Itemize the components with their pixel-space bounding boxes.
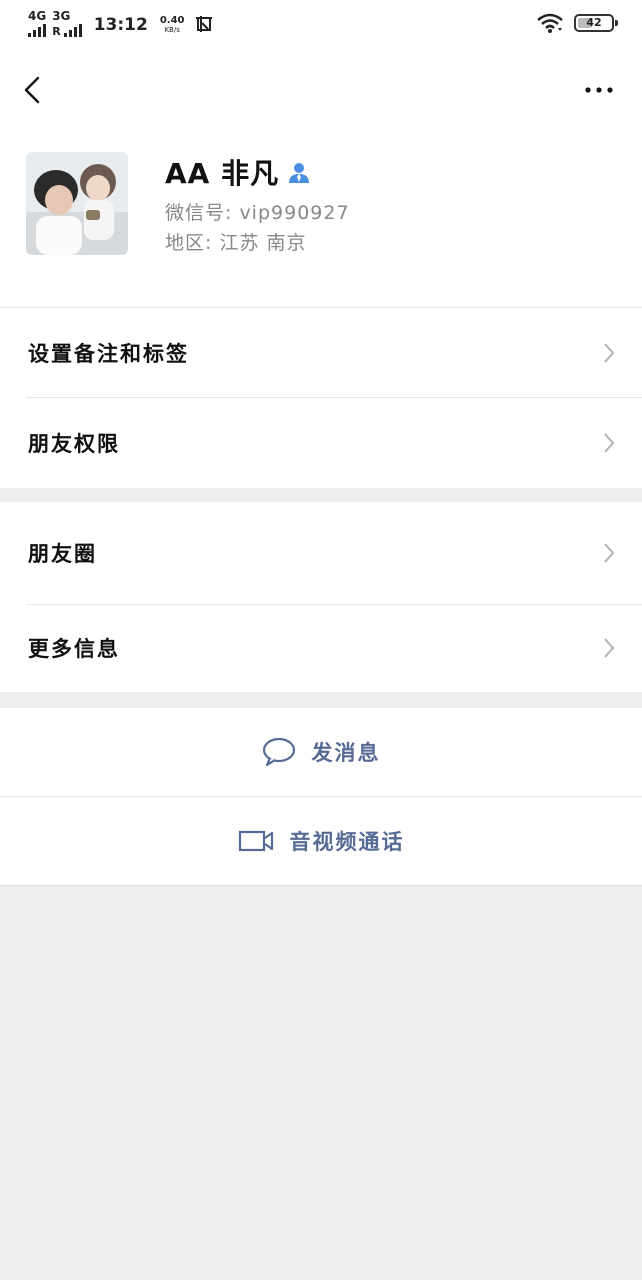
avatar-photo (26, 152, 128, 255)
video-call-button[interactable]: 音视频通话 (0, 797, 642, 885)
network-speed: 0.40 KB/s (159, 15, 185, 35)
more-button[interactable] (582, 78, 616, 102)
nav-bar (0, 48, 642, 132)
more-dots-icon (585, 87, 613, 93)
speed-value: 0.40 (159, 15, 185, 26)
region: 地区: 江苏 南京 (165, 232, 307, 254)
more-info-row[interactable]: 更多信息 (0, 604, 642, 692)
back-button[interactable] (16, 70, 50, 110)
wechat-id: 微信号: vip990927 (165, 202, 350, 224)
roaming-label: R (52, 25, 61, 38)
contact-name: AA 非凡 (165, 157, 280, 190)
profile-card: AA 非凡 微信号: vip990927 地区: 江苏 南京 (0, 132, 642, 308)
status-bar: 4G 3G R 13:12 0.40 KB/s 42 (0, 0, 642, 48)
wifi-icon (537, 13, 563, 33)
more-info-label: 更多信息 (28, 637, 120, 661)
chevron-right-icon (604, 543, 615, 563)
set-remark-tags-row[interactable]: 设置备注和标签 (0, 308, 642, 398)
chat-bubble-icon (262, 737, 295, 767)
video-camera-icon (238, 830, 273, 852)
signal-bars-roaming-icon: R (52, 24, 82, 38)
friend-permissions-row[interactable]: 朋友权限 (0, 398, 642, 488)
chevron-left-icon (24, 76, 40, 104)
divider (0, 885, 642, 886)
contact-icon (289, 163, 310, 183)
settings-group-1: 设置备注和标签 朋友权限 (0, 308, 642, 488)
network-4g-label: 4G (28, 9, 47, 23)
signal-bars-icon (28, 24, 46, 37)
status-left: 4G 3G R 13:12 0.40 KB/s (28, 10, 213, 37)
set-remark-tags-label: 设置备注和标签 (28, 342, 189, 366)
send-message-button[interactable]: 发消息 (0, 708, 642, 796)
status-right: 42 (536, 12, 618, 34)
video-call-label: 音视频通话 (289, 830, 405, 854)
battery-level: 42 (586, 16, 602, 29)
network-3g-label: 3G (52, 9, 71, 23)
send-message-label: 发消息 (311, 741, 381, 765)
settings-group-2: 朋友圈 更多信息 (0, 502, 642, 692)
moments-row[interactable]: 朋友圈 (0, 502, 642, 604)
battery-icon: 42 (574, 14, 618, 32)
chevron-right-icon (604, 433, 615, 453)
moments-label: 朋友圈 (28, 542, 97, 566)
screenshot-icon (195, 16, 212, 32)
friend-permissions-label: 朋友权限 (28, 432, 120, 456)
contact-name-row: AA 非凡 (165, 152, 311, 192)
chevron-right-icon (604, 638, 615, 658)
avatar[interactable] (26, 152, 128, 255)
network-3g: 3G R (52, 9, 82, 38)
chevron-right-icon (604, 343, 615, 363)
network-4g: 4G (28, 10, 46, 37)
speed-unit: KB/s (164, 26, 180, 34)
status-time: 13:12 (93, 15, 148, 35)
